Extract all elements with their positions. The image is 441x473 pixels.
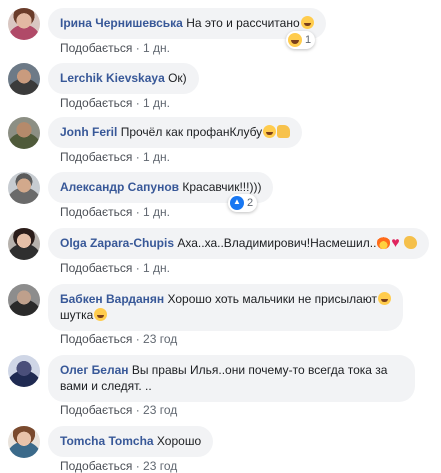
like-button[interactable]: Подобається bbox=[60, 261, 132, 275]
timestamp[interactable]: 1 дн. bbox=[143, 205, 170, 219]
thumbs-up-emoji-icon bbox=[277, 125, 291, 138]
comment-author[interactable]: Олег Белан bbox=[60, 363, 129, 377]
avatar[interactable] bbox=[8, 117, 40, 149]
like-button[interactable]: Подобається bbox=[60, 332, 132, 346]
reaction-count: 1 bbox=[305, 34, 312, 46]
reaction-summary[interactable]: 2 bbox=[228, 194, 258, 212]
avatar[interactable] bbox=[8, 228, 40, 260]
fire-emoji-icon bbox=[377, 236, 391, 249]
like-button[interactable]: Подобається bbox=[60, 205, 132, 219]
timestamp[interactable]: 1 дн. bbox=[143, 261, 170, 275]
comment-bubble: Tomcha Tomcha Хорошо bbox=[48, 426, 214, 457]
comment-text: Хорошо bbox=[156, 434, 202, 448]
comment-meta: Подобається · 23 год bbox=[60, 332, 178, 346]
comment-bubble: Ірина Чернишевська На это и рассчитано bbox=[48, 8, 326, 39]
like-button[interactable]: Подобається bbox=[60, 96, 132, 110]
like-button[interactable]: Подобається bbox=[60, 459, 132, 473]
avatar[interactable] bbox=[8, 355, 40, 387]
avatar[interactable] bbox=[8, 284, 40, 316]
avatar[interactable] bbox=[8, 172, 40, 204]
comment-bubble: Олег Белан Вы правы Илья..они почему-то … bbox=[48, 355, 415, 402]
laughing-emoji-icon bbox=[378, 292, 392, 305]
avatar[interactable] bbox=[8, 63, 40, 95]
comment-text: Аха..ха..Владимирович!Насмешил.. bbox=[177, 236, 377, 250]
timestamp[interactable]: 1 дн. bbox=[143, 41, 170, 55]
comment-text: Красавчик!!!))) bbox=[182, 180, 262, 194]
comment-bubble: Lerchik Kievskaya Ок) bbox=[48, 63, 199, 94]
comment-author[interactable]: Jonh Feril bbox=[60, 125, 117, 139]
comment-bubble: Бабкен Варданян Хорошо хоть мальчики не … bbox=[48, 284, 404, 331]
like-button[interactable]: Подобається bbox=[60, 150, 132, 164]
comment-text: Прочёл как профанКлубу bbox=[120, 125, 263, 139]
timestamp[interactable]: 1 дн. bbox=[143, 150, 170, 164]
comment-meta: Подобається · 1 дн. bbox=[60, 96, 171, 110]
comment-text: шутка bbox=[60, 308, 94, 322]
timestamp[interactable]: 23 год bbox=[143, 332, 177, 346]
heart-emoji-icon bbox=[391, 234, 403, 250]
comment-text: Ок) bbox=[168, 71, 187, 85]
like-button[interactable]: Подобається bbox=[60, 41, 132, 55]
comment-text: На это и рассчитано bbox=[186, 16, 300, 30]
reaction-summary[interactable]: 1 bbox=[286, 31, 316, 49]
comment-meta: Подобається · 1 дн. bbox=[60, 205, 171, 219]
like-reaction-icon bbox=[230, 196, 244, 210]
laughing-emoji-icon bbox=[94, 308, 108, 321]
timestamp[interactable]: 1 дн. bbox=[143, 96, 170, 110]
reaction-count: 2 bbox=[247, 197, 254, 209]
like-button[interactable]: Подобається bbox=[60, 403, 132, 417]
comment-author[interactable]: Lerchik Kievskaya bbox=[60, 71, 165, 85]
clapping-emoji-icon bbox=[404, 236, 418, 249]
comment-meta: Подобається · 23 год bbox=[60, 459, 178, 473]
timestamp[interactable]: 23 год bbox=[143, 459, 177, 473]
comment-author[interactable]: Olga Zapara-Chupis bbox=[60, 236, 174, 250]
comment-meta: Подобається · 1 дн. bbox=[60, 41, 171, 55]
avatar[interactable] bbox=[8, 8, 40, 40]
comment-meta: Подобається · 1 дн. bbox=[60, 261, 171, 275]
comment-meta: Подобається · 23 год bbox=[60, 403, 178, 417]
laughing-reaction-icon bbox=[288, 33, 302, 47]
comment-text: Хорошо хоть мальчики не присылают bbox=[167, 292, 378, 306]
comment-author[interactable]: Tomcha Tomcha bbox=[60, 434, 154, 448]
avatar[interactable] bbox=[8, 426, 40, 458]
comment-bubble: Olga Zapara-Chupis Аха..ха..Владимирович… bbox=[48, 228, 430, 259]
comment-author[interactable]: Александр Сапунов bbox=[60, 180, 179, 194]
comment-author[interactable]: Бабкен Варданян bbox=[60, 292, 164, 306]
laughing-emoji-icon bbox=[263, 125, 277, 138]
timestamp[interactable]: 23 год bbox=[143, 403, 177, 417]
comment-meta: Подобається · 1 дн. bbox=[60, 150, 171, 164]
comment-author[interactable]: Ірина Чернишевська bbox=[60, 16, 183, 30]
laughing-emoji-icon bbox=[300, 16, 314, 29]
comment-bubble: Jonh Feril Прочёл как профанКлубу bbox=[48, 117, 303, 148]
